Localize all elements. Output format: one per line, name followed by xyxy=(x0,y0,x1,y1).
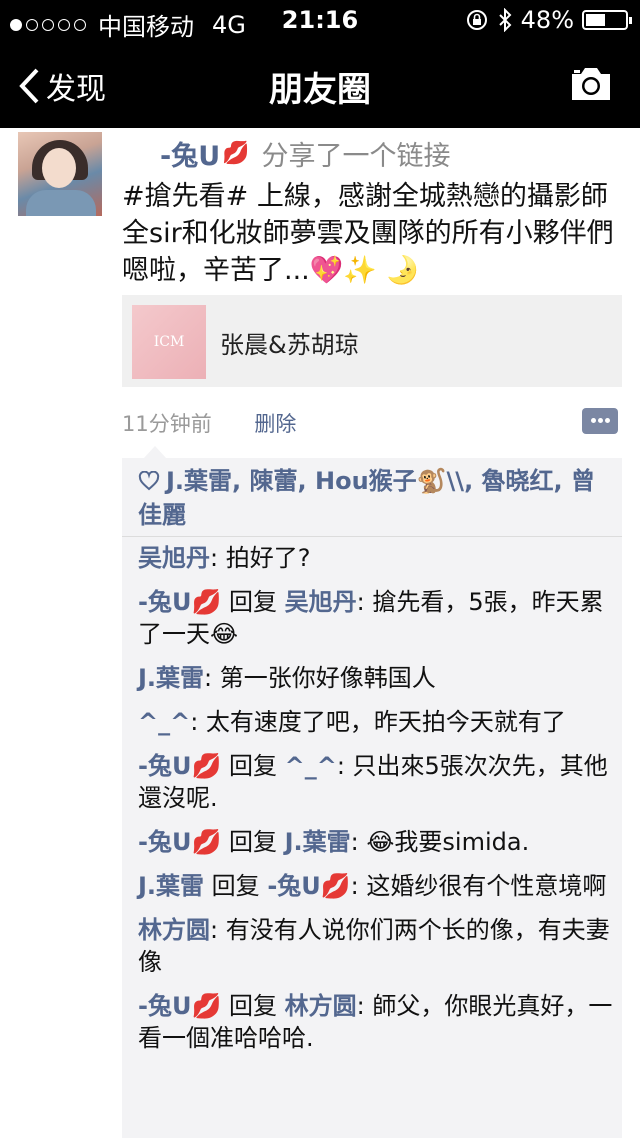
reply-word: 回复 xyxy=(204,872,268,900)
comment[interactable]: J.葉雷: 第一张你好像韩国人 xyxy=(138,662,614,694)
comment[interactable]: -兔U💋 回复 ^_^: 只出來5張次次先，其他還沒呢. xyxy=(138,750,614,814)
comment-author[interactable]: 吴旭丹 xyxy=(138,544,210,572)
divider xyxy=(122,536,622,537)
comment-action-icon[interactable] xyxy=(582,408,618,434)
battery-icon xyxy=(582,10,632,30)
reply-word: 回复 xyxy=(221,588,285,616)
comment-author[interactable]: J.葉雷 xyxy=(138,872,204,900)
comment-text: : 第一张你好像韩国人 xyxy=(204,664,436,692)
likes-names[interactable]: J.葉雷, 陳蕾, Hou猴子🐒\\, 魯晓红, 曾佳麗 xyxy=(138,467,595,529)
bluetooth-icon xyxy=(498,8,512,32)
comment-author[interactable]: -兔U💋 xyxy=(138,588,221,616)
comment[interactable]: -兔U💋 回复 J.葉雷: 😂我要simida. xyxy=(138,826,614,858)
reply-target[interactable]: ^_^ xyxy=(285,752,337,780)
reply-word: 回复 xyxy=(221,752,285,780)
post-author[interactable]: -兔U xyxy=(160,134,220,173)
comment[interactable]: ^_^: 太有速度了吧，昨天拍今天就有了 xyxy=(138,706,614,738)
comment[interactable]: 吴旭丹: 拍好了? xyxy=(138,542,614,574)
comment-author[interactable]: -兔U💋 xyxy=(138,752,221,780)
comment-text: : 太有速度了吧，昨天拍今天就有了 xyxy=(190,708,566,736)
camera-icon[interactable] xyxy=(568,66,614,102)
post-header: -兔U 💋 分享了一个链接 xyxy=(160,134,451,173)
comment-text: : 这婚纱很有个性意境啊 xyxy=(350,872,607,900)
delete-button[interactable]: 删除 xyxy=(254,412,296,436)
status-bar: 中国移动 4G 21:16 48% xyxy=(0,0,640,41)
comment[interactable]: -兔U💋 回复 林方圆: 師父，你眼光真好，一看一個准哈哈哈. xyxy=(138,990,614,1054)
battery-percent: 48% xyxy=(520,6,574,34)
post-meta: 11分钟前 删除 xyxy=(122,408,296,438)
reply-target[interactable]: -兔U💋 xyxy=(267,872,350,900)
rotation-lock-icon xyxy=(466,10,487,30)
comment-author[interactable]: -兔U💋 xyxy=(138,828,221,856)
comment-text: : 拍好了? xyxy=(210,544,311,572)
comment[interactable]: J.葉雷 回复 -兔U💋: 这婚纱很有个性意境啊 xyxy=(138,870,614,902)
comment-section: J.葉雷, 陳蕾, Hou猴子🐒\\, 魯晓红, 曾佳麗 吴旭丹: 拍好了? -… xyxy=(122,446,622,1138)
reply-target[interactable]: 林方圆 xyxy=(285,992,357,1020)
reply-target[interactable]: J.葉雷 xyxy=(285,828,351,856)
comment[interactable]: -兔U💋 回复 吴旭丹: 搶先看，5張，昨天累了一天😂 xyxy=(138,586,614,650)
post-time: 11分钟前 xyxy=(122,412,212,436)
lips-icon: 💋 xyxy=(222,141,250,166)
link-thumbnail: ICM xyxy=(132,305,206,379)
reply-word: 回复 xyxy=(221,828,285,856)
reply-word: 回复 xyxy=(221,992,285,1020)
comment-author[interactable]: -兔U💋 xyxy=(138,992,221,1020)
post-action: 分享了一个链接 xyxy=(261,141,451,172)
shared-link-card[interactable]: ICM 张晨&苏胡琼 xyxy=(122,295,622,387)
comment[interactable]: 林方圆: 有没有人说你们两个长的像，有夫妻像 xyxy=(138,914,614,978)
comment-list: 吴旭丹: 拍好了? -兔U💋 回复 吴旭丹: 搶先看，5張，昨天累了一天😂 J.… xyxy=(138,542,614,1066)
link-title: 张晨&苏胡琼 xyxy=(220,331,359,359)
likes-list: J.葉雷, 陳蕾, Hou猴子🐒\\, 魯晓红, 曾佳麗 xyxy=(138,464,614,532)
comment-author[interactable]: 林方圆 xyxy=(138,916,210,944)
avatar[interactable] xyxy=(18,132,102,216)
post-text: #搶先看# 上線，感謝全城熱戀的攝影師全sir和化妝師夢雲及團隊的所有小夥伴們嗯… xyxy=(122,181,614,286)
reply-target[interactable]: 吴旭丹 xyxy=(285,588,357,616)
nav-bar: 发现 朋友圈 xyxy=(0,40,640,128)
heart-icon xyxy=(138,471,160,491)
comment-author[interactable]: ^_^ xyxy=(138,708,190,736)
page-title: 朋友圈 xyxy=(269,70,371,110)
comment-text: : 😂我要simida. xyxy=(350,828,530,856)
comment-author[interactable]: J.葉雷 xyxy=(138,664,204,692)
